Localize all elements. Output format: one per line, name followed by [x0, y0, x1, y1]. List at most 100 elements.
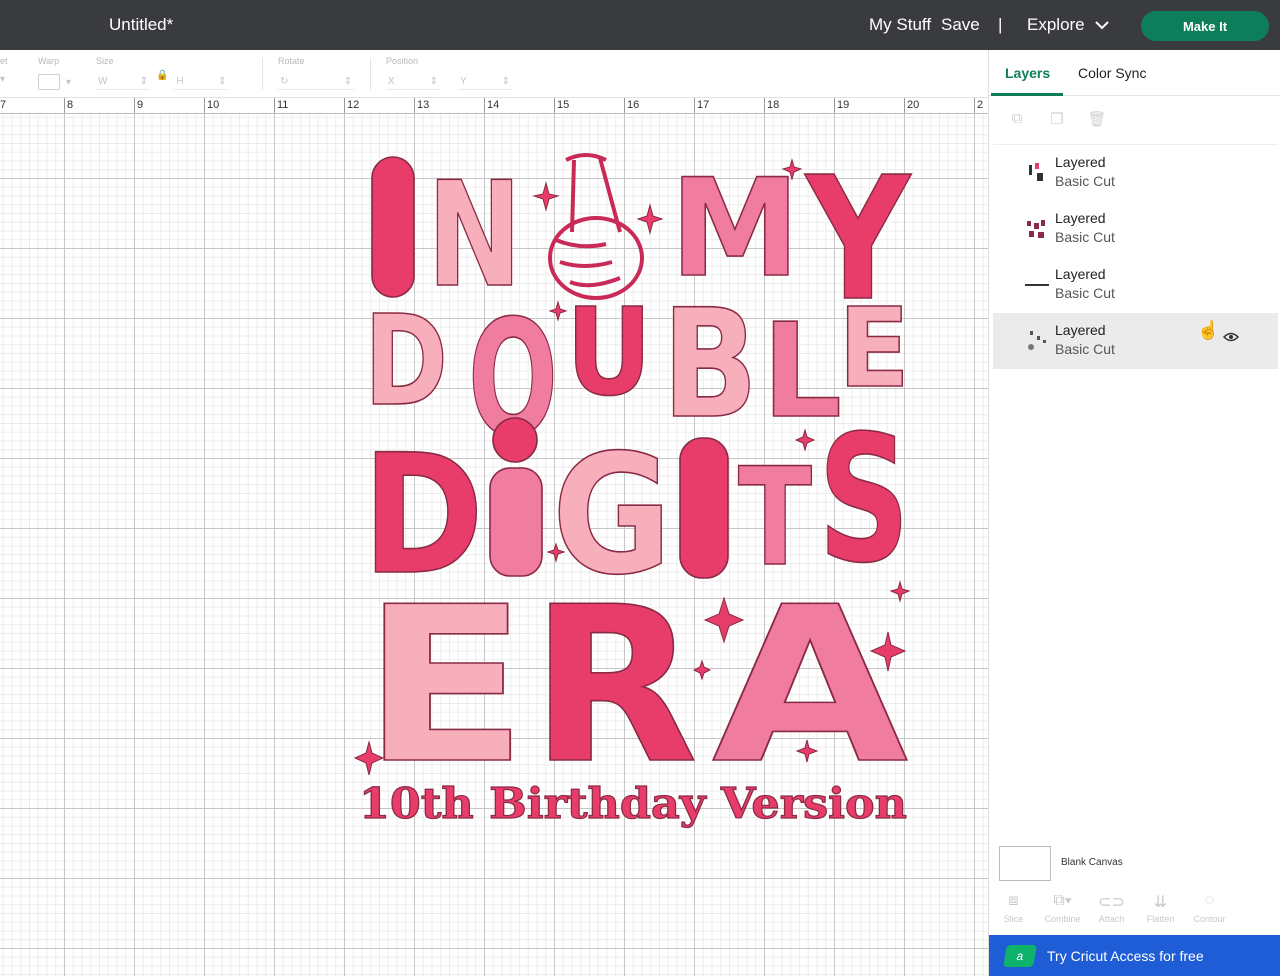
height-label: H	[176, 76, 184, 87]
position-group: Position X ⇕ Y ⇕	[386, 56, 512, 90]
set-label: et	[0, 56, 8, 66]
peace-hand-icon	[548, 153, 644, 300]
layer-actions: ⧉ ❐ 🗑	[1007, 110, 1107, 130]
ruler-tick	[554, 98, 555, 113]
canvas-settings[interactable]: Blank Canvas	[989, 838, 1280, 888]
layer-item[interactable]: Layered Basic Cut	[993, 145, 1278, 201]
letter-u: U	[566, 284, 652, 423]
set-dropdown-icon[interactable]: ▾	[0, 74, 5, 85]
my-stuff-link[interactable]: My Stuff	[869, 15, 931, 35]
height-field[interactable]: H ⇕	[174, 74, 229, 90]
layer-name: Layered	[1055, 322, 1106, 338]
x-stepper-icon[interactable]: ⇕	[430, 76, 438, 87]
cricut-access-banner[interactable]: a Try Cricut Access for free	[989, 935, 1280, 976]
ruler-number: 11	[277, 99, 289, 111]
letter-a: A	[712, 560, 908, 811]
ruler-number: 14	[487, 99, 500, 111]
slice-label: Slice	[1003, 914, 1024, 924]
eye-icon[interactable]	[1223, 331, 1239, 343]
ruler-number: 8	[67, 99, 74, 111]
explore-menu[interactable]: Explore	[1027, 15, 1109, 35]
letter-i	[371, 156, 415, 298]
ruler-number: 17	[697, 99, 710, 111]
layer-item[interactable]: Layered Basic Cut	[993, 257, 1278, 313]
y-field[interactable]: Y ⇕	[458, 74, 512, 90]
ruler-tick	[204, 98, 205, 113]
size-group: Size W ⇕ 🔒 H ⇕	[96, 56, 229, 90]
lock-icon[interactable]: 🔒	[156, 70, 168, 81]
ruler-tick	[344, 98, 345, 113]
layer-thumbnail	[1028, 331, 1046, 350]
layer-type: Basic Cut	[1055, 229, 1115, 245]
active-tab-indicator	[991, 93, 1063, 96]
contour-button[interactable]: ◌ Contour	[1185, 892, 1234, 936]
hand-cursor-icon: ☝	[1197, 320, 1220, 340]
y-stepper-icon[interactable]: ⇕	[502, 76, 510, 87]
duplicate-icon[interactable]: ❐	[1047, 110, 1067, 130]
design-artwork[interactable]: N M Y D O U B L E D G T S E R A 10th Bir…	[0, 114, 988, 976]
promo-text: Try Cricut Access for free	[1047, 947, 1204, 964]
explore-label: Explore	[1027, 15, 1085, 34]
save-button[interactable]: Save	[941, 15, 980, 35]
ruler-number: 16	[627, 99, 640, 111]
ruler-number: 15	[557, 99, 570, 111]
toolbar-divider	[370, 58, 371, 90]
horizontal-ruler: 7 8 9 10 11 12 13 14 15 16 17 18 19 20 2	[0, 98, 988, 114]
attach-button[interactable]: ⊂⊃ Attach	[1087, 892, 1136, 936]
ruler-tick	[694, 98, 695, 113]
layer-list: Layered Basic Cut Layered Basic Cut Laye…	[993, 144, 1278, 369]
letter-i	[679, 437, 729, 579]
width-stepper-icon[interactable]: ⇕	[140, 76, 148, 87]
layer-item[interactable]: Layered Basic Cut	[993, 313, 1278, 369]
combine-icon: ⧉▾	[1053, 892, 1072, 909]
tab-color-sync[interactable]: Color Sync	[1078, 65, 1146, 81]
layer-name: Layered	[1055, 154, 1106, 170]
ruler-tick	[414, 98, 415, 113]
layer-item[interactable]: Layered Basic Cut	[993, 201, 1278, 257]
sparkle-icon	[532, 181, 560, 212]
combine-button[interactable]: ⧉▾ Combine	[1038, 892, 1087, 936]
x-label: X	[388, 76, 395, 87]
rotate-stepper-icon[interactable]: ⇕	[344, 76, 352, 87]
cricut-access-icon: a	[1003, 944, 1037, 967]
ruler-tick	[834, 98, 835, 113]
layer-type: Basic Cut	[1055, 341, 1115, 357]
design-canvas[interactable]: N M Y D O U B L E D G T S E R A 10th Bir…	[0, 114, 988, 976]
letter-r: R	[530, 560, 698, 811]
warp-dropdown-icon[interactable]: ▾	[66, 77, 71, 88]
height-stepper-icon[interactable]: ⇕	[218, 76, 226, 87]
rotate-icon: ↻	[280, 76, 289, 87]
flatten-icon: ⇊	[1153, 894, 1168, 911]
subtitle-text: 10th Birthday Version	[359, 779, 907, 828]
layer-thumbnail	[1025, 284, 1049, 286]
ruler-number: 10	[207, 99, 220, 111]
letter-b: B	[662, 278, 758, 452]
width-field[interactable]: W ⇕	[96, 74, 150, 90]
attach-label: Attach	[1098, 914, 1125, 924]
layer-thumbnail	[1029, 163, 1043, 181]
rotate-label: Rotate	[278, 56, 305, 66]
rotate-field[interactable]: ↻ ⇕	[278, 74, 354, 90]
delete-icon[interactable]: 🗑	[1087, 110, 1107, 130]
layer-type: Basic Cut	[1055, 173, 1115, 189]
ruler-tick	[974, 98, 975, 113]
width-label: W	[98, 76, 108, 87]
warp-icon[interactable]	[38, 74, 60, 90]
contour-label: Contour	[1193, 914, 1226, 924]
ruler-tick	[134, 98, 135, 113]
canvas-label: Blank Canvas	[1061, 857, 1123, 868]
ruler-number: 18	[767, 99, 780, 111]
ruler-tick	[764, 98, 765, 113]
x-field[interactable]: X ⇕	[386, 74, 440, 90]
canvas-swatch[interactable]	[999, 846, 1051, 881]
group-icon[interactable]: ⧉	[1007, 110, 1027, 130]
layer-type: Basic Cut	[1055, 285, 1115, 301]
flatten-label: Flatten	[1146, 914, 1175, 924]
document-title[interactable]: Untitled*	[109, 15, 173, 35]
slice-button[interactable]: ⧈ Slice	[989, 892, 1038, 936]
tab-layers[interactable]: Layers	[1005, 65, 1050, 81]
layers-panel: Layers Color Sync ⧉ ❐ 🗑 Layered Basic Cu…	[988, 50, 1280, 976]
flatten-button[interactable]: ⇊ Flatten	[1136, 892, 1185, 936]
make-it-button[interactable]: Make It	[1141, 11, 1269, 41]
top-bar: Untitled* My Stuff Save | Explore Make I…	[0, 0, 1280, 50]
